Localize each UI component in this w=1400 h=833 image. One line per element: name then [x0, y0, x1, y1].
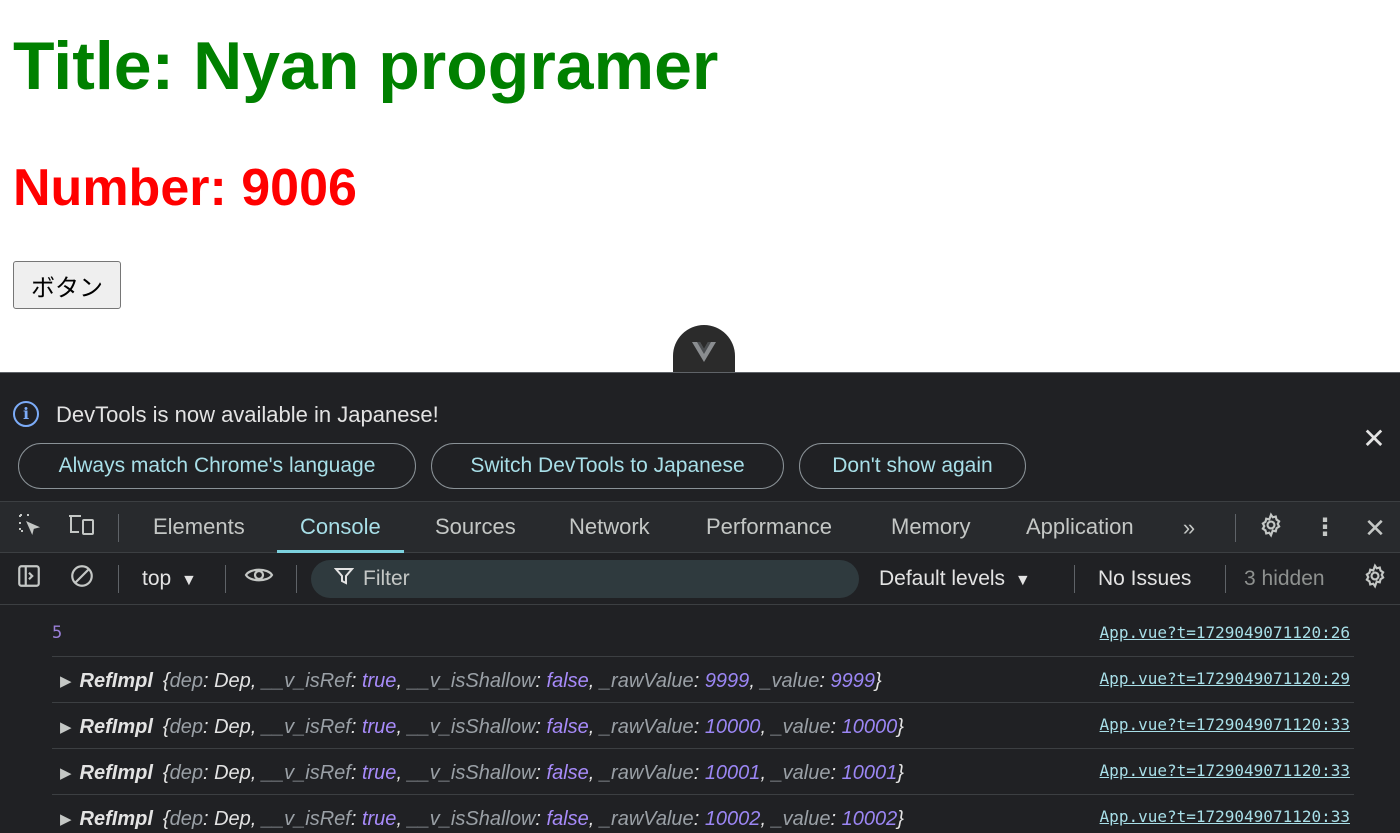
- more-tabs-icon[interactable]: »: [1173, 512, 1205, 544]
- toolbar-divider: [118, 565, 119, 593]
- source-link[interactable]: App.vue?t=1729049071120:29: [1100, 669, 1350, 688]
- tab-network[interactable]: Network: [569, 502, 650, 553]
- vue-logo-icon: [692, 342, 716, 362]
- issues-counter[interactable]: No Issues: [1098, 563, 1191, 595]
- settings-gear-icon[interactable]: [1255, 512, 1287, 544]
- context-value: top: [142, 567, 172, 590]
- toolbar-divider: [1225, 565, 1226, 593]
- device-toolbar-icon[interactable]: [66, 512, 98, 544]
- source-link[interactable]: App.vue?t=1729049071120:33: [1100, 715, 1350, 734]
- devtools-tabbar: Elements Console Sources Network Perform…: [0, 501, 1400, 553]
- console-toolbar: top ▼ Default levels ▼ No Issues 3 hi: [0, 553, 1400, 605]
- filter-input[interactable]: [363, 564, 843, 594]
- tab-sources[interactable]: Sources: [435, 502, 516, 553]
- object-preview[interactable]: ▶ RefImpl {dep: Dep, __v_isRef: true, __v_…: [60, 807, 904, 832]
- toolbar-divider: [225, 565, 226, 593]
- kebab-menu-icon[interactable]: ⋮: [1309, 512, 1341, 544]
- expand-triangle-icon[interactable]: ▶: [60, 670, 72, 694]
- log-number: 5: [52, 623, 63, 643]
- tab-elements[interactable]: Elements: [153, 502, 245, 553]
- close-devtools-icon[interactable]: ✕: [1359, 512, 1391, 544]
- chevron-down-icon: ▼: [1014, 572, 1031, 589]
- expand-triangle-icon[interactable]: ▶: [60, 808, 72, 832]
- console-row[interactable]: ▶ RefImpl {dep: Dep, __v_isRef: true, __v_…: [52, 749, 1354, 795]
- info-icon: i: [13, 401, 39, 427]
- toolbar-divider: [296, 565, 297, 593]
- sidebar-toggle-icon[interactable]: [13, 563, 45, 595]
- console-row[interactable]: ▶ RefImpl {dep: Dep, __v_isRef: true, __v_…: [52, 703, 1354, 749]
- eye-icon[interactable]: [243, 563, 275, 595]
- filter-funnel-icon: [331, 566, 357, 592]
- tab-application[interactable]: Application: [1026, 502, 1134, 553]
- tab-performance[interactable]: Performance: [706, 502, 832, 553]
- infobar-message: DevTools is now available in Japanese!: [56, 402, 439, 427]
- context-selector[interactable]: top ▼: [142, 563, 197, 595]
- source-link[interactable]: App.vue?t=1729049071120:33: [1100, 761, 1350, 780]
- clear-console-icon[interactable]: [66, 563, 98, 595]
- levels-label: Default levels: [879, 567, 1006, 590]
- match-language-button[interactable]: Always match Chrome's language: [18, 443, 416, 489]
- object-preview[interactable]: ▶ RefImpl {dep: Dep, __v_isRef: true, __v_…: [60, 715, 904, 740]
- hidden-count: 3 hidden: [1244, 567, 1325, 590]
- toolbar-divider: [118, 514, 119, 542]
- source-link[interactable]: App.vue?t=1729049071120:26: [1100, 623, 1350, 642]
- tab-console[interactable]: Console: [277, 502, 404, 553]
- console-output: 5 App.vue?t=1729049071120:26 ▶ RefImpl {de…: [0, 605, 1400, 833]
- devtools-panel: i DevTools is now available in Japanese!…: [0, 372, 1400, 833]
- vue-devtools-toggle[interactable]: [673, 325, 735, 373]
- dont-show-again-button[interactable]: Don't show again: [799, 443, 1026, 489]
- object-preview[interactable]: ▶ RefImpl {dep: Dep, __v_isRef: true, __v_…: [60, 761, 904, 786]
- toolbar-divider: [1074, 565, 1075, 593]
- page-title: Title: Nyan programer: [13, 28, 719, 104]
- close-icon[interactable]: ✕: [1360, 425, 1388, 453]
- action-button[interactable]: ボタン: [13, 261, 121, 309]
- console-row[interactable]: ▶ RefImpl {dep: Dep, __v_isRef: true, __v_…: [52, 795, 1354, 833]
- tab-memory[interactable]: Memory: [891, 502, 970, 553]
- web-page: Title: Nyan programer Number: 9006 ボタン: [0, 0, 1400, 373]
- inspect-element-icon[interactable]: [13, 512, 45, 544]
- expand-triangle-icon[interactable]: ▶: [60, 762, 72, 786]
- page-number: Number: 9006: [13, 159, 357, 217]
- switch-japanese-button[interactable]: Switch DevTools to Japanese: [431, 443, 784, 489]
- language-infobar: i DevTools is now available in Japanese!…: [0, 373, 1400, 501]
- console-row: 5 App.vue?t=1729049071120:26: [52, 611, 1354, 657]
- filter-box: [311, 560, 859, 598]
- object-preview[interactable]: ▶ RefImpl {dep: Dep, __v_isRef: true, __v_…: [60, 669, 882, 694]
- expand-triangle-icon[interactable]: ▶: [60, 716, 72, 740]
- console-settings-gear-icon[interactable]: [1359, 563, 1391, 595]
- source-link[interactable]: App.vue?t=1729049071120:33: [1100, 807, 1350, 826]
- chevron-down-icon: ▼: [181, 572, 197, 589]
- console-row[interactable]: ▶ RefImpl {dep: Dep, __v_isRef: true, __v_…: [52, 657, 1354, 703]
- toolbar-divider: [1235, 514, 1236, 542]
- log-levels-dropdown[interactable]: Default levels ▼: [879, 563, 1031, 595]
